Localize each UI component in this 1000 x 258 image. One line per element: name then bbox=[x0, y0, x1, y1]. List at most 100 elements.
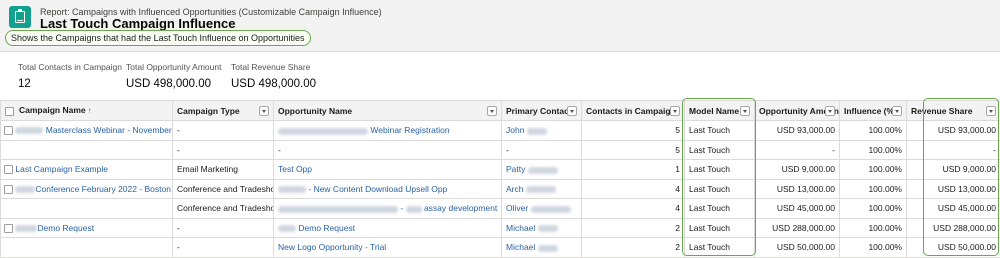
column-header-model-name[interactable]: Model Name bbox=[684, 100, 755, 121]
opportunity-amount-cell: USD 13,000.00 bbox=[754, 178, 840, 199]
column-menu-icon[interactable] bbox=[259, 106, 269, 116]
column-header-revenue-share[interactable]: Revenue Share bbox=[906, 100, 1000, 121]
model-name-cell: Last Touch bbox=[684, 178, 755, 199]
row-checkbox[interactable] bbox=[4, 184, 13, 194]
column-header-opportunity-amount[interactable]: Opportunity Amount bbox=[754, 100, 840, 121]
select-all-checkbox[interactable] bbox=[5, 106, 14, 116]
summary-label: Total Revenue Share bbox=[231, 62, 311, 72]
row-checkbox[interactable] bbox=[4, 223, 13, 233]
primary-contact-cell[interactable]: Michael bbox=[501, 237, 582, 258]
revenue-share-cell: - bbox=[906, 139, 1000, 160]
summary-total-revenue-share: Total Revenue Share USD 498,000.00 bbox=[231, 62, 316, 94]
column-menu-icon[interactable] bbox=[740, 106, 750, 116]
page-title: Last Touch Campaign Influence bbox=[40, 16, 236, 31]
opportunity-name-cell[interactable]: New Logo Opportunity - Trial bbox=[273, 237, 502, 258]
opportunity-name-cell[interactable]: - New Content Download Upsell Opp bbox=[273, 178, 502, 199]
summary-value: 12 bbox=[18, 78, 31, 90]
summary-value: USD 498,000.00 bbox=[126, 78, 212, 90]
campaign-name-cell[interactable]: Conference February 2022 - Boston bbox=[0, 178, 173, 199]
column-menu-icon[interactable] bbox=[567, 106, 577, 116]
opportunity-name-cell[interactable]: Demo Request bbox=[273, 217, 502, 238]
column-header-influence[interactable]: Influence (%) bbox=[839, 100, 907, 121]
table-row: Last Campaign Example Email Marketing Te… bbox=[0, 159, 1000, 180]
model-name-cell: Last Touch bbox=[684, 217, 755, 238]
column-menu-icon[interactable] bbox=[487, 106, 497, 116]
table-header-row: Campaign Name ↑ Campaign Type Opportunity… bbox=[0, 100, 1000, 121]
redacted-text bbox=[15, 224, 38, 232]
revenue-share-cell: USD 9,000.00 bbox=[906, 159, 1000, 180]
campaign-name-cell bbox=[0, 198, 173, 219]
redacted-text bbox=[525, 186, 556, 193]
contacts-in-campaign-cell: 5 bbox=[581, 120, 685, 141]
influence-cell: 100.00% bbox=[839, 198, 907, 219]
opportunity-name-cell[interactable]: Test Opp bbox=[273, 159, 502, 180]
campaign-type-cell: Email Marketing bbox=[172, 159, 274, 180]
table-row: - - - 5 Last Touch - 100.00% - bbox=[0, 139, 1000, 160]
revenue-share-cell: USD 45,000.00 bbox=[906, 198, 1000, 219]
column-header-opportunity-name[interactable]: Opportunity Name bbox=[273, 100, 502, 121]
row-checkbox[interactable] bbox=[4, 126, 13, 136]
influence-cell: 100.00% bbox=[839, 139, 907, 160]
contacts-in-campaign-cell: 4 bbox=[581, 178, 685, 199]
primary-contact-cell[interactable]: John bbox=[501, 120, 582, 141]
column-header-contacts-in-campaign[interactable]: Contacts in Campaign bbox=[581, 100, 685, 121]
revenue-share-cell: USD 50,000.00 bbox=[906, 237, 1000, 258]
contacts-in-campaign-cell: 1 bbox=[581, 159, 685, 180]
campaign-type-cell: - bbox=[172, 237, 274, 258]
redacted-text bbox=[15, 127, 44, 135]
column-header-campaign-type[interactable]: Campaign Type bbox=[172, 100, 274, 121]
redacted-text bbox=[530, 205, 571, 213]
opportunity-name-cell[interactable]: - assay development bbox=[273, 198, 502, 219]
column-header-campaign-name[interactable]: Campaign Name ↑ bbox=[0, 100, 173, 121]
influence-cell: 100.00% bbox=[839, 237, 907, 258]
campaign-name-cell[interactable]: Last Campaign Example bbox=[0, 159, 173, 180]
summary-label: Total Contacts in Campaign bbox=[18, 62, 122, 72]
model-name-cell: Last Touch bbox=[684, 198, 755, 219]
contacts-in-campaign-cell: 4 bbox=[581, 198, 685, 219]
column-menu-icon[interactable] bbox=[892, 106, 902, 116]
redacted-text bbox=[278, 186, 306, 193]
revenue-share-cell: USD 288,000.00 bbox=[906, 217, 1000, 238]
redacted-text bbox=[278, 205, 398, 213]
opportunity-amount-cell: USD 45,000.00 bbox=[754, 198, 840, 219]
campaign-name-cell[interactable]: Demo Request bbox=[0, 217, 173, 238]
opportunity-amount-cell: USD 9,000.00 bbox=[754, 159, 840, 180]
redacted-text bbox=[527, 166, 558, 174]
primary-contact-cell[interactable]: Oliver bbox=[501, 198, 582, 219]
redacted-text bbox=[278, 225, 296, 232]
revenue-share-cell: USD 93,000.00 bbox=[906, 120, 1000, 141]
table-row: Masterclass Webinar - November 2022 - We… bbox=[0, 120, 1000, 141]
influence-cell: 100.00% bbox=[839, 159, 907, 180]
primary-contact-cell[interactable]: Patty bbox=[501, 159, 582, 180]
primary-contact-cell[interactable]: Michael bbox=[501, 217, 582, 238]
sort-ascending-icon[interactable]: ↑ bbox=[88, 106, 92, 115]
column-header-primary-contact[interactable]: Primary Contact bbox=[501, 100, 582, 121]
redacted-text bbox=[278, 127, 368, 135]
table-row: Conference February 2022 - Boston Confer… bbox=[0, 178, 1000, 199]
primary-contact-cell[interactable]: Arch bbox=[501, 178, 582, 199]
redacted-text bbox=[526, 127, 547, 135]
table-row: Conference and Tradeshow - assay develop… bbox=[0, 198, 1000, 219]
opportunity-name-cell[interactable]: Webinar Registration bbox=[273, 120, 502, 141]
influence-cell: 100.00% bbox=[839, 120, 907, 141]
redacted-text bbox=[537, 244, 558, 252]
report-header: Report: Campaigns with Influenced Opport… bbox=[0, 0, 1000, 52]
report-description: Shows the Campaigns that had the Last To… bbox=[5, 30, 311, 46]
summary-total-contacts: Total Contacts in Campaign 12 bbox=[18, 62, 122, 94]
campaign-type-cell: - bbox=[172, 120, 274, 141]
table-row: - New Logo Opportunity - Trial Michael 2… bbox=[0, 237, 1000, 258]
column-menu-icon[interactable] bbox=[986, 106, 996, 116]
campaign-name-cell bbox=[0, 139, 173, 160]
campaign-type-cell: - bbox=[172, 139, 274, 160]
campaign-type-cell: - bbox=[172, 217, 274, 238]
campaign-name-cell[interactable]: Masterclass Webinar - November 2022 bbox=[0, 120, 173, 141]
summary-label: Total Opportunity Amount bbox=[126, 62, 222, 72]
column-menu-icon[interactable] bbox=[825, 106, 835, 116]
redacted-text bbox=[15, 185, 36, 193]
report-table: Campaign Name ↑ Campaign Type Opportunity… bbox=[0, 100, 1000, 258]
campaign-name-cell bbox=[0, 237, 173, 258]
column-menu-icon[interactable] bbox=[670, 106, 680, 116]
summary-value: USD 498,000.00 bbox=[231, 78, 317, 90]
opportunity-amount-cell: USD 50,000.00 bbox=[754, 237, 840, 258]
row-checkbox[interactable] bbox=[4, 165, 13, 175]
